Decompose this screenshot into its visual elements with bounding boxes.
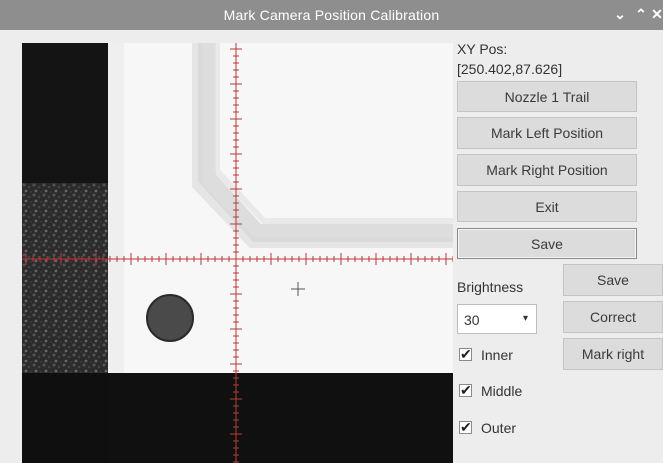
- nozzle-trail-button[interactable]: Nozzle 1 Trail: [457, 81, 637, 112]
- xy-pos-value: [250.402,87.626]: [457, 61, 563, 77]
- xy-pos-label: XY Pos:: [457, 41, 508, 57]
- save-secondary-button[interactable]: Save: [563, 264, 663, 296]
- checkmark-icon: ✔: [460, 346, 472, 362]
- mark-left-position-button[interactable]: Mark Left Position: [457, 117, 637, 149]
- maximize-icon[interactable]: ⌃: [632, 4, 650, 24]
- correct-button[interactable]: Correct: [563, 301, 663, 333]
- brightness-label: Brightness: [457, 279, 524, 295]
- dropdown-arrow-icon: ▾: [522, 313, 528, 324]
- checkbox-box: ✔: [459, 346, 472, 362]
- mark-right-button[interactable]: Mark right: [563, 338, 663, 370]
- checkmark-icon: ✔: [460, 419, 472, 435]
- window-title: Mark Camera Position Calibration: [223, 7, 440, 23]
- brightness-select[interactable]: 30 ▾: [457, 304, 537, 334]
- brightness-value: 30: [464, 312, 480, 328]
- title-bar: Mark Camera Position Calibration ⌄ ⌃ ✕: [0, 0, 663, 30]
- camera-viewport[interactable]: [22, 43, 453, 463]
- checkmark-icon: ✔: [460, 382, 472, 398]
- minimize-icon[interactable]: ⌄: [611, 4, 629, 24]
- outer-checkbox-label: Outer: [481, 420, 517, 436]
- save-button[interactable]: Save: [457, 228, 637, 259]
- close-icon[interactable]: ✕: [651, 4, 663, 24]
- camera-image: [22, 43, 453, 463]
- inner-checkbox-label: Inner: [481, 347, 513, 363]
- exit-button[interactable]: Exit: [457, 191, 637, 222]
- checkbox-box: ✔: [459, 419, 472, 435]
- middle-checkbox-label: Middle: [481, 383, 523, 399]
- mark-right-position-button[interactable]: Mark Right Position: [457, 154, 637, 186]
- checkbox-box: ✔: [459, 382, 472, 398]
